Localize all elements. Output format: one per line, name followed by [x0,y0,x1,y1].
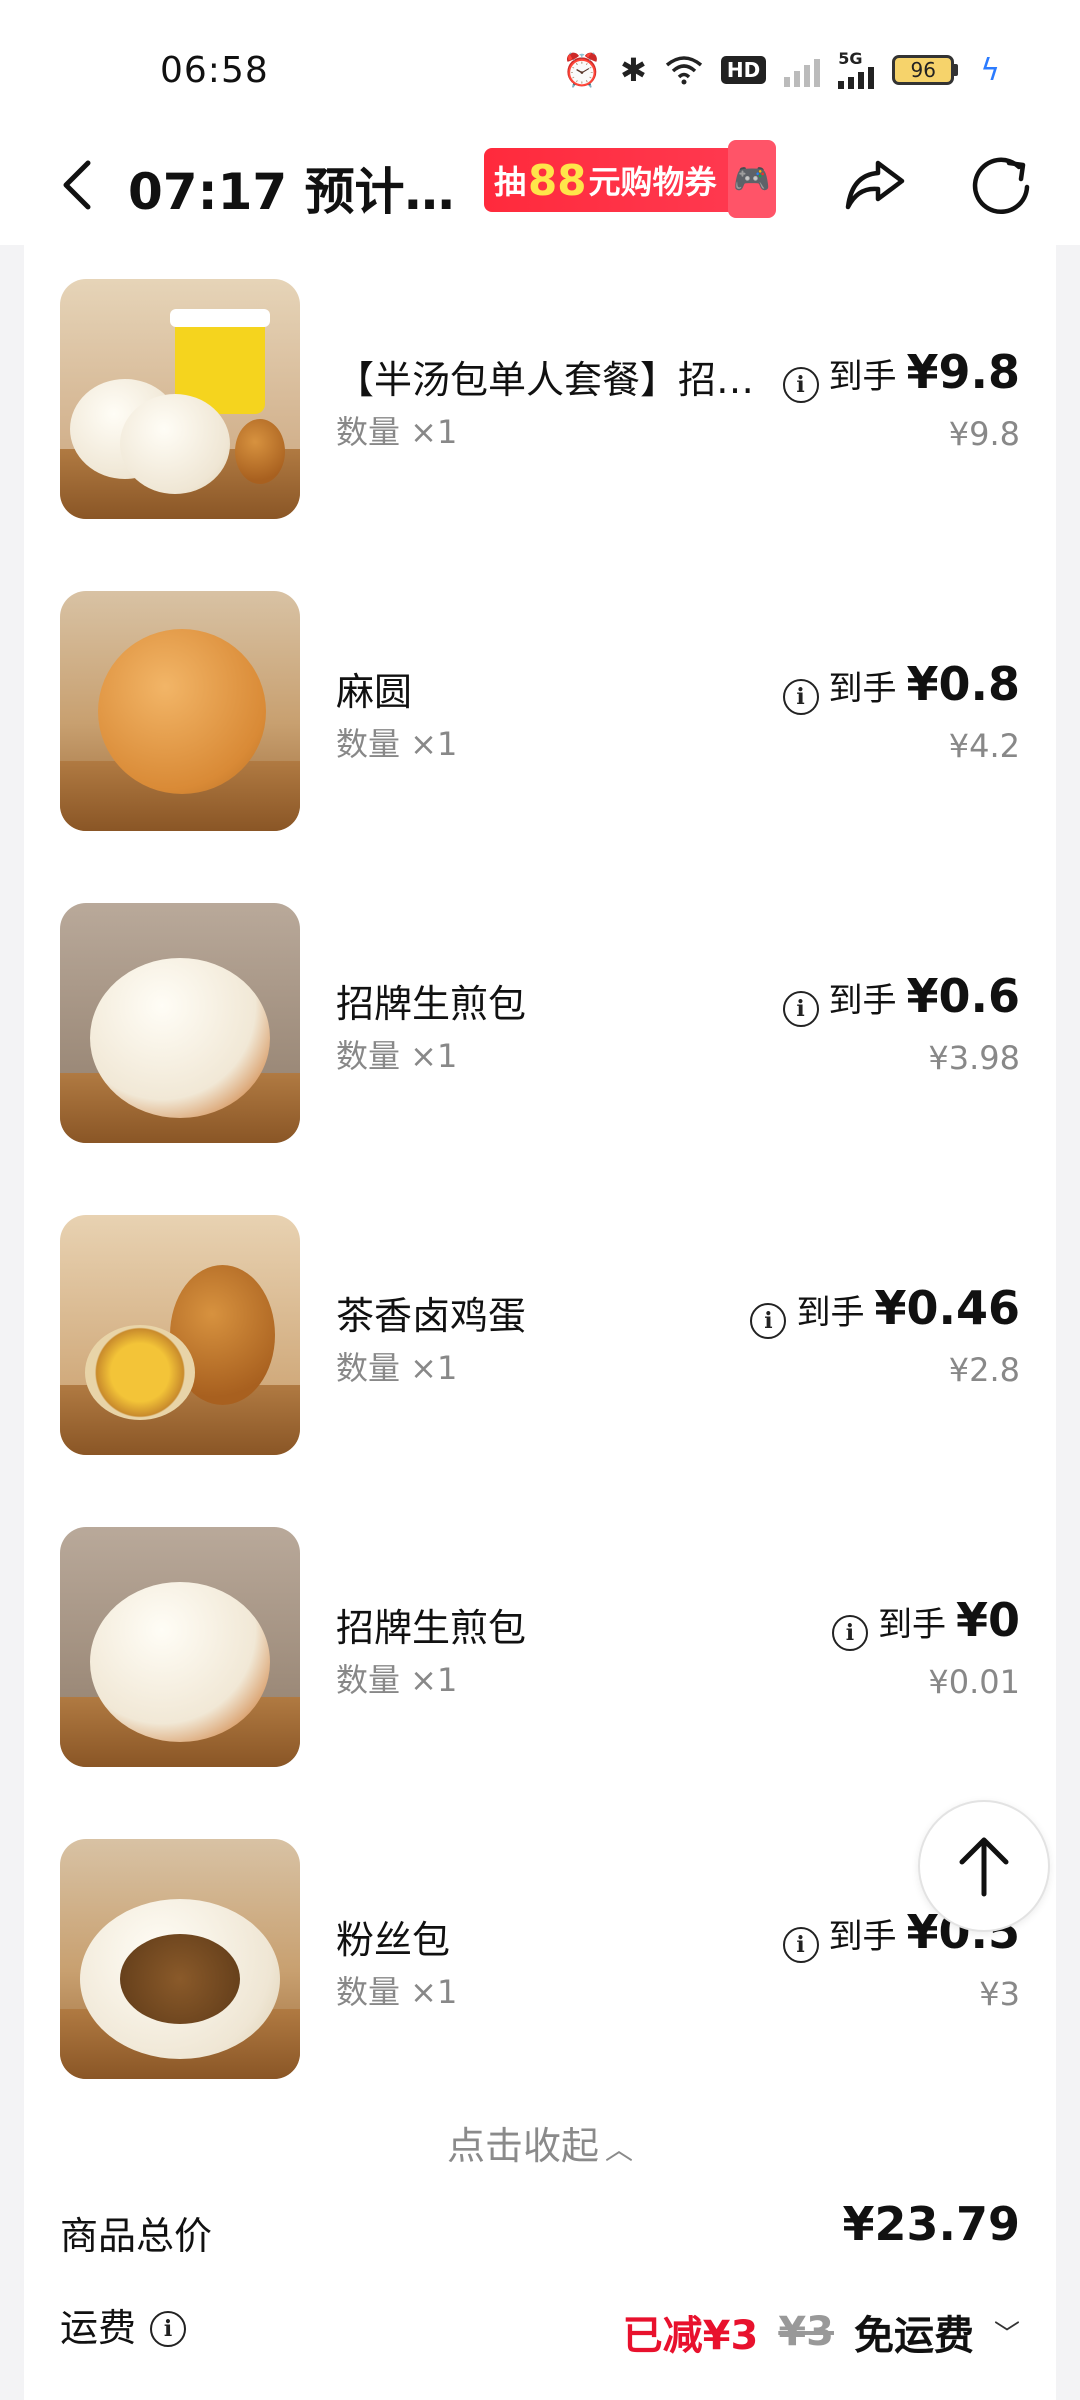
final-price-label: 到手 [877,1605,946,1645]
product-image [60,1527,300,1767]
share-button[interactable] [840,150,910,220]
original-price: ¥3 [979,1975,1020,2013]
shipping-label: 运费 [60,2306,137,2350]
hd-icon: HD [720,56,767,84]
promo-suffix: 元购物券 [588,163,717,201]
final-price-label: 到手 [796,1293,865,1333]
total-value: ¥23.79 [842,2197,1020,2251]
refresh-button[interactable] [966,150,1036,220]
list-item[interactable]: 招牌生煎包 数量 ×1 i 到手 ¥0 ¥0.01 [24,1527,1056,1772]
price-row: i 到手 ¥0.6 [782,969,1021,1027]
nav-bar: 07:17 预计… 抽 88 元购物券 🎮 [0,130,1080,245]
bluetooth-icon: ✱ [620,51,647,89]
original-price: ¥4.2 [948,727,1020,765]
product-quantity: 数量 ×1 [336,725,458,763]
shipping-discount: 已减¥3 [622,2313,759,2359]
product-image [60,279,300,519]
gift-icon: 🎮 [728,140,776,218]
info-icon[interactable]: i [150,2310,187,2347]
info-icon[interactable]: i [831,1615,868,1651]
back-to-top-button[interactable] [918,1800,1050,1932]
shipping-row[interactable]: 已减¥3 ¥3 免运费 ﹀ [623,2303,1020,2361]
status-icons: ⏰ ✱ HD 5G 96 ϟ [562,50,1000,90]
info-icon[interactable]: i [782,367,819,403]
final-price-label: 到手 [828,669,897,709]
final-price: ¥0.6 [906,969,1021,1023]
list-item[interactable]: 招牌生煎包 数量 ×1 i 到手 ¥0.6 ¥3.98 [24,903,1056,1148]
share-icon [845,160,905,210]
final-price-label: 到手 [828,357,897,397]
shipping-original: ¥3 [778,2309,834,2355]
final-price: ¥0.46 [874,1281,1020,1335]
page-title[interactable]: 07:17 预计… [128,152,455,224]
price-row: i 到手 ¥0.8 [782,657,1021,715]
final-price: ¥0.8 [906,657,1021,711]
product-image [60,1215,300,1455]
battery-icon: 96 [892,55,959,85]
status-time: 06:58 [160,50,269,91]
collapse-button[interactable]: 点击收起 ︿ [24,2115,1056,2170]
back-button[interactable] [48,155,108,215]
product-name: 招牌生煎包 [336,982,527,1026]
original-price: ¥2.8 [948,1351,1020,1389]
product-quantity: 数量 ×1 [336,1973,458,2011]
info-icon[interactable]: i [782,679,819,715]
refresh-icon [972,157,1030,214]
chevron-left-icon [63,160,91,210]
product-name: 【半汤包单人套餐】招… [336,358,755,402]
alarm-icon: ⏰ [562,51,603,89]
list-item[interactable]: 麻圆 数量 ×1 i 到手 ¥0.8 ¥4.2 [24,591,1056,836]
price-row: i 到手 ¥0.46 [750,1281,1020,1339]
product-quantity: 数量 ×1 [336,1661,458,1699]
product-name: 茶香卤鸡蛋 [336,1294,527,1338]
network-label: 5G [838,49,863,68]
shipping-free: 免运费 [853,2313,974,2359]
list-item[interactable]: 粉丝包 数量 ×1 i 到手 ¥0.5 ¥3 [24,1839,1056,2084]
price-row: i 到手 ¥9.8 [782,345,1021,403]
promo-amount: 88 [528,155,587,205]
product-quantity: 数量 ×1 [336,413,458,451]
battery-level: 96 [892,55,955,85]
product-name: 招牌生煎包 [336,1606,527,1650]
promo-prefix: 抽 [494,163,527,201]
chevron-down-icon: ﹀ [993,2319,1020,2350]
product-quantity: 数量 ×1 [336,1037,458,1075]
final-price: ¥0 [955,1593,1020,1647]
info-icon[interactable]: i [782,1927,819,1963]
order-card: 【半汤包单人套餐】招… 数量 ×1 i 到手 ¥9.8 ¥9.8 麻圆 数量 ×… [24,245,1056,2400]
charging-icon: ϟ [980,52,1000,88]
product-image [60,1839,300,2079]
original-price: ¥0.01 [928,1663,1020,1701]
list-item[interactable]: 【半汤包单人套餐】招… 数量 ×1 i 到手 ¥9.8 ¥9.8 [24,279,1056,524]
total-label: 商品总价 [60,2214,213,2258]
info-icon[interactable]: i [750,1303,787,1339]
collapse-label: 点击收起 [446,2124,599,2168]
product-image [60,591,300,831]
product-quantity: 数量 ×1 [336,1349,458,1387]
product-image [60,903,300,1143]
5g-signal-icon: 5G [838,49,875,89]
chevron-up-icon: ︿ [605,2133,634,2166]
shipping-label-row: 运费 i [60,2297,187,2352]
list-item[interactable]: 茶香卤鸡蛋 数量 ×1 i 到手 ¥0.46 ¥2.8 [24,1215,1056,1460]
promo-coupon-banner[interactable]: 抽 88 元购物券 🎮 [484,140,776,218]
final-price-label: 到手 [828,981,897,1021]
arrow-up-icon [959,1837,1009,1897]
info-icon[interactable]: i [782,991,819,1027]
original-price: ¥3.98 [928,1039,1020,1077]
wifi-icon [665,55,703,85]
price-row: i 到手 ¥0 [831,1593,1020,1651]
status-bar: 06:58 ⏰ ✱ HD 5G 96 ϟ [0,0,1080,130]
final-price: ¥9.8 [906,345,1021,399]
product-name: 粉丝包 [336,1918,451,1962]
product-name: 麻圆 [336,670,413,714]
signal-icon [784,53,821,87]
original-price: ¥9.8 [948,415,1020,453]
final-price-label: 到手 [828,1917,897,1957]
